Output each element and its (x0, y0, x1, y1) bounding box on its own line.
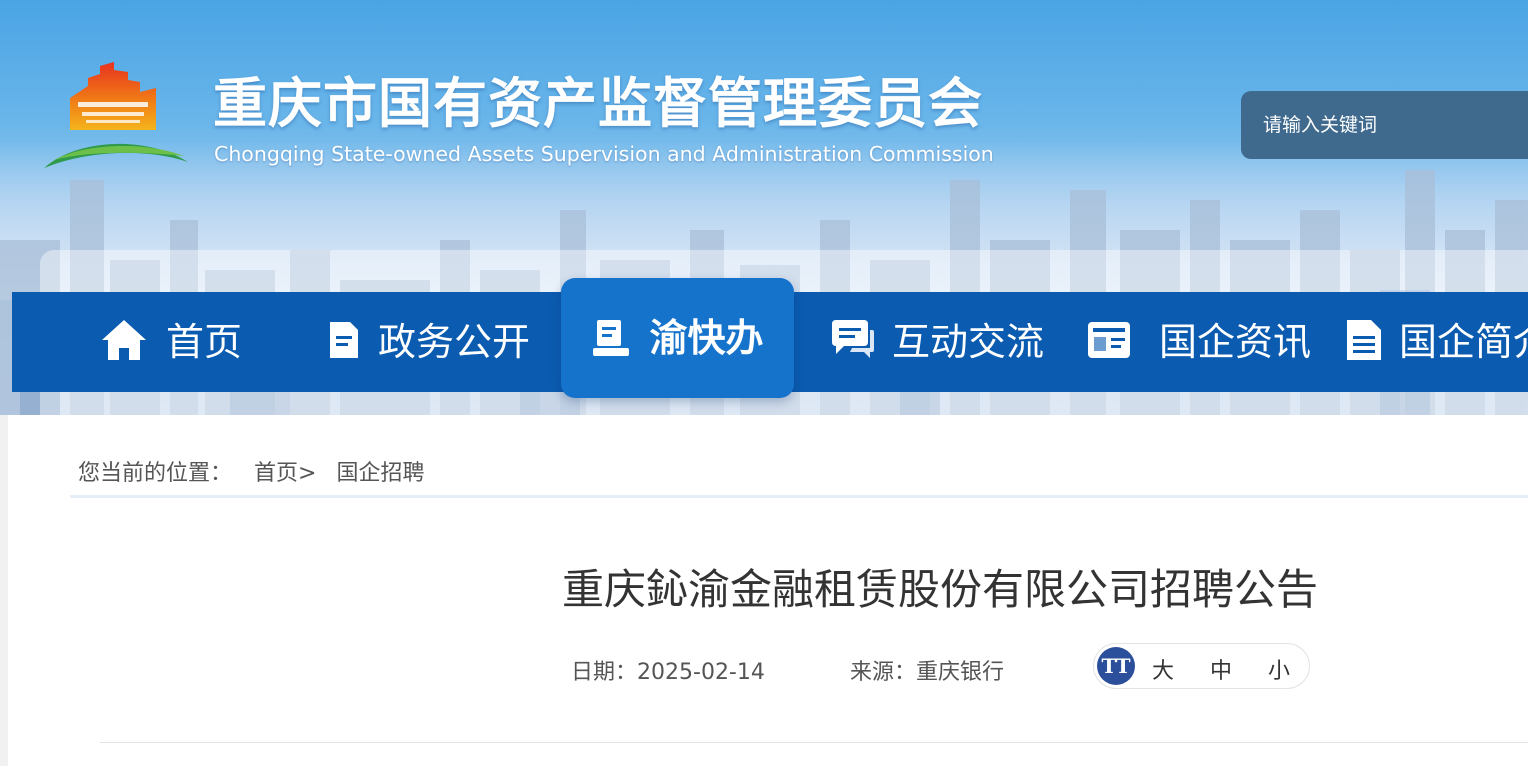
font-size-small-button[interactable]: 小 (1268, 653, 1290, 685)
home-icon (100, 316, 148, 368)
commission-emblem-logo (44, 62, 188, 168)
text-size-icon: TT (1097, 647, 1135, 685)
font-size-large-button[interactable]: 大 (1152, 653, 1174, 685)
source-label: 来源： (850, 660, 917, 685)
nav-label-government-affairs: 政务公开 (378, 320, 531, 364)
breadcrumb-prefix: 您当前的位置： (78, 461, 233, 486)
nav-label-home: 首页 (166, 320, 243, 364)
font-size-medium-button[interactable]: 中 (1210, 653, 1232, 685)
font-size-control: TT 大 中 小 (1093, 643, 1310, 689)
article-date: 日期：2025-02-14 (571, 654, 765, 686)
nav-label-yukuaiban: 渝快办 (649, 316, 764, 360)
desk-icon (591, 318, 631, 362)
search-input[interactable] (1241, 91, 1528, 159)
article-title: 重庆鈊渝金融租赁股份有限公司招聘公告 (561, 565, 1318, 614)
nav-item-interaction[interactable]: 互动交流 (830, 292, 1044, 392)
breadcrumb-divider (70, 495, 1528, 498)
date-label: 日期： (571, 660, 638, 685)
file-list-icon (1345, 318, 1383, 366)
site-subtitle: Chongqing State-owned Assets Supervision… (214, 142, 994, 166)
site-title: 重庆市国有资产监督管理委员会 (213, 72, 983, 135)
nav-label-soe-intro: 国企简介 (1399, 320, 1528, 364)
nav-item-soe-intro[interactable]: 国企简介 (1345, 292, 1528, 392)
document-icon (326, 320, 360, 364)
article-source: 来源：重庆银行 (850, 654, 1004, 686)
breadcrumb: 您当前的位置： 首页> 国企招聘 (78, 455, 424, 487)
article-header-divider (100, 742, 1528, 743)
nav-item-soe-news[interactable]: 国企资讯 (1087, 292, 1311, 392)
source-value: 重庆银行 (916, 660, 1005, 685)
news-card-icon (1087, 320, 1131, 364)
nav-label-interaction: 互动交流 (892, 320, 1045, 364)
nav-label-soe-news: 国企资讯 (1159, 320, 1312, 364)
nav-item-yukuaiban[interactable]: 渝快办 (561, 278, 794, 398)
nav-item-home[interactable]: 首页 (100, 292, 242, 392)
nav-item-government-affairs[interactable]: 政务公开 (326, 292, 530, 392)
chat-icon (830, 320, 874, 364)
date-value: 2025-02-14 (637, 660, 765, 685)
breadcrumb-separator: > (298, 461, 317, 486)
breadcrumb-current-link[interactable]: 国企招聘 (336, 461, 424, 486)
breadcrumb-home-link[interactable]: 首页 (254, 461, 298, 486)
